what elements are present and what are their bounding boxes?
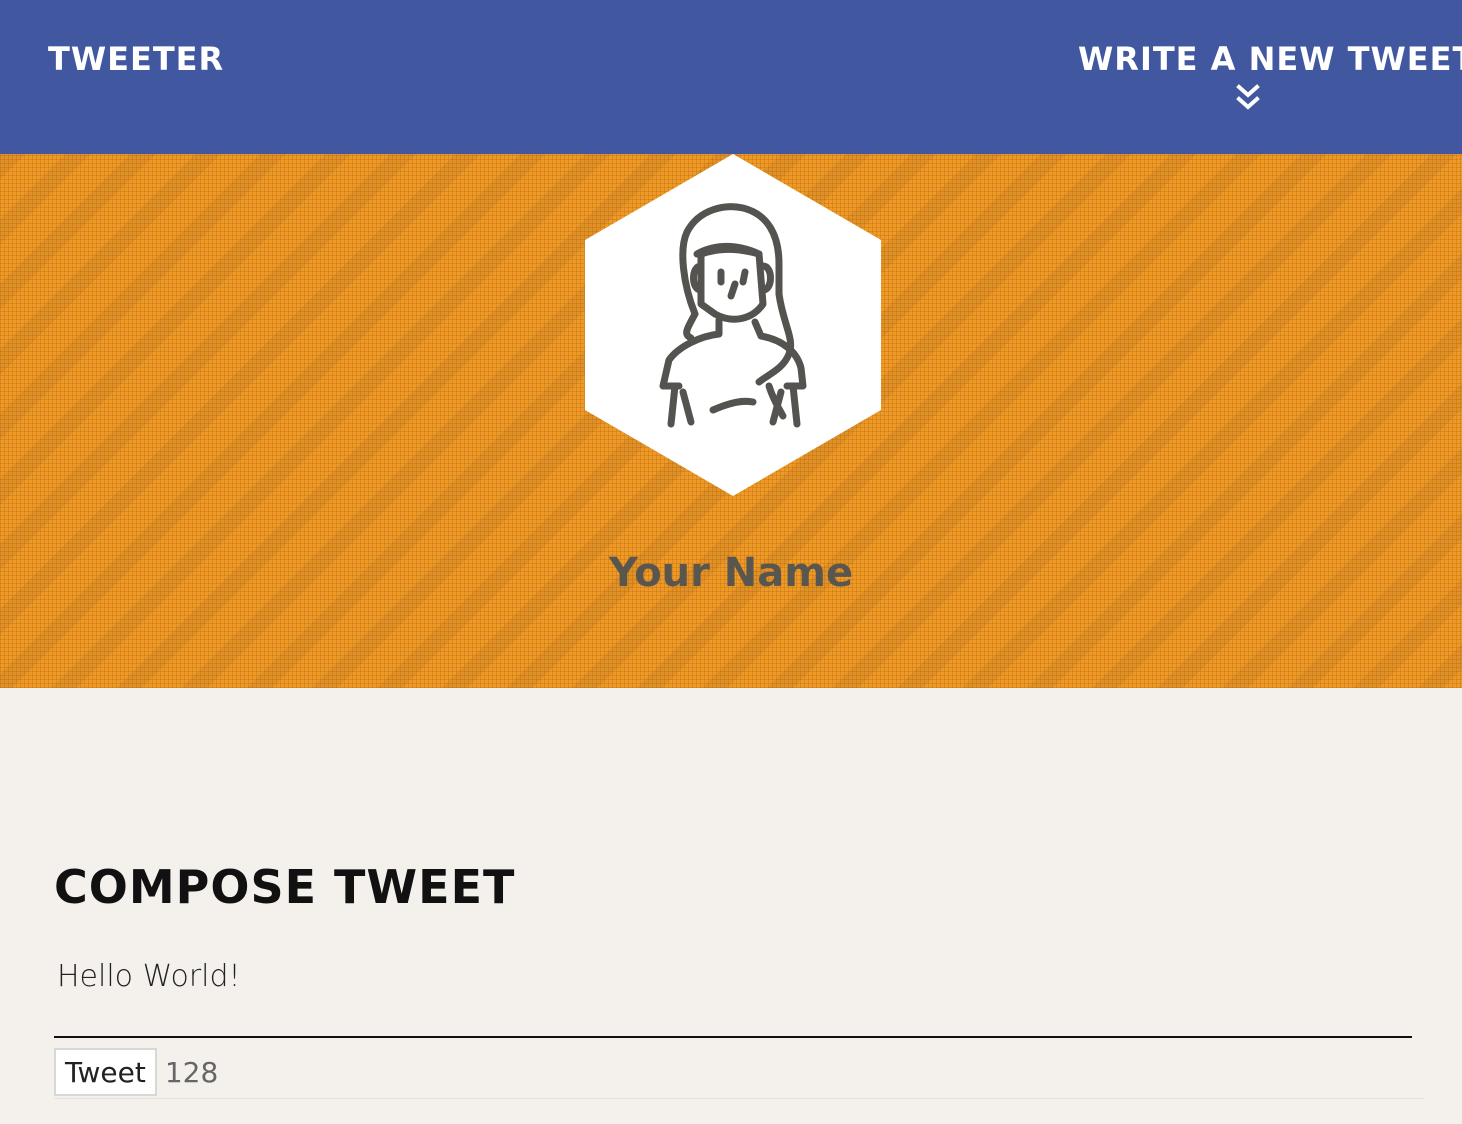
write-new-tweet-toggle[interactable]: Write a new tweet xyxy=(1078,40,1462,112)
profile-header: Your Name xyxy=(0,154,1462,688)
brand-logo[interactable]: Tweeter xyxy=(48,40,224,78)
tweet-text-input[interactable]: Hello World! xyxy=(54,952,1412,1038)
write-new-tweet-label[interactable]: Write a new tweet xyxy=(1078,40,1462,78)
compose-tweet-title: Compose Tweet xyxy=(54,860,516,914)
character-counter: 128 xyxy=(164,1055,219,1089)
woman-avatar-icon xyxy=(585,154,881,496)
tweet-submit-row: Tweet 128 xyxy=(54,1048,218,1096)
tweet-submit-button[interactable]: Tweet xyxy=(54,1048,157,1096)
user-name: Your Name xyxy=(608,550,854,596)
chevron-double-down-icon[interactable] xyxy=(1236,84,1260,112)
divider xyxy=(54,1098,1424,1099)
nav-bar: Tweeter Write a new tweet xyxy=(0,0,1462,154)
compose-tweet-section: Compose Tweet Hello World! Tweet 128 xyxy=(54,860,1412,1096)
